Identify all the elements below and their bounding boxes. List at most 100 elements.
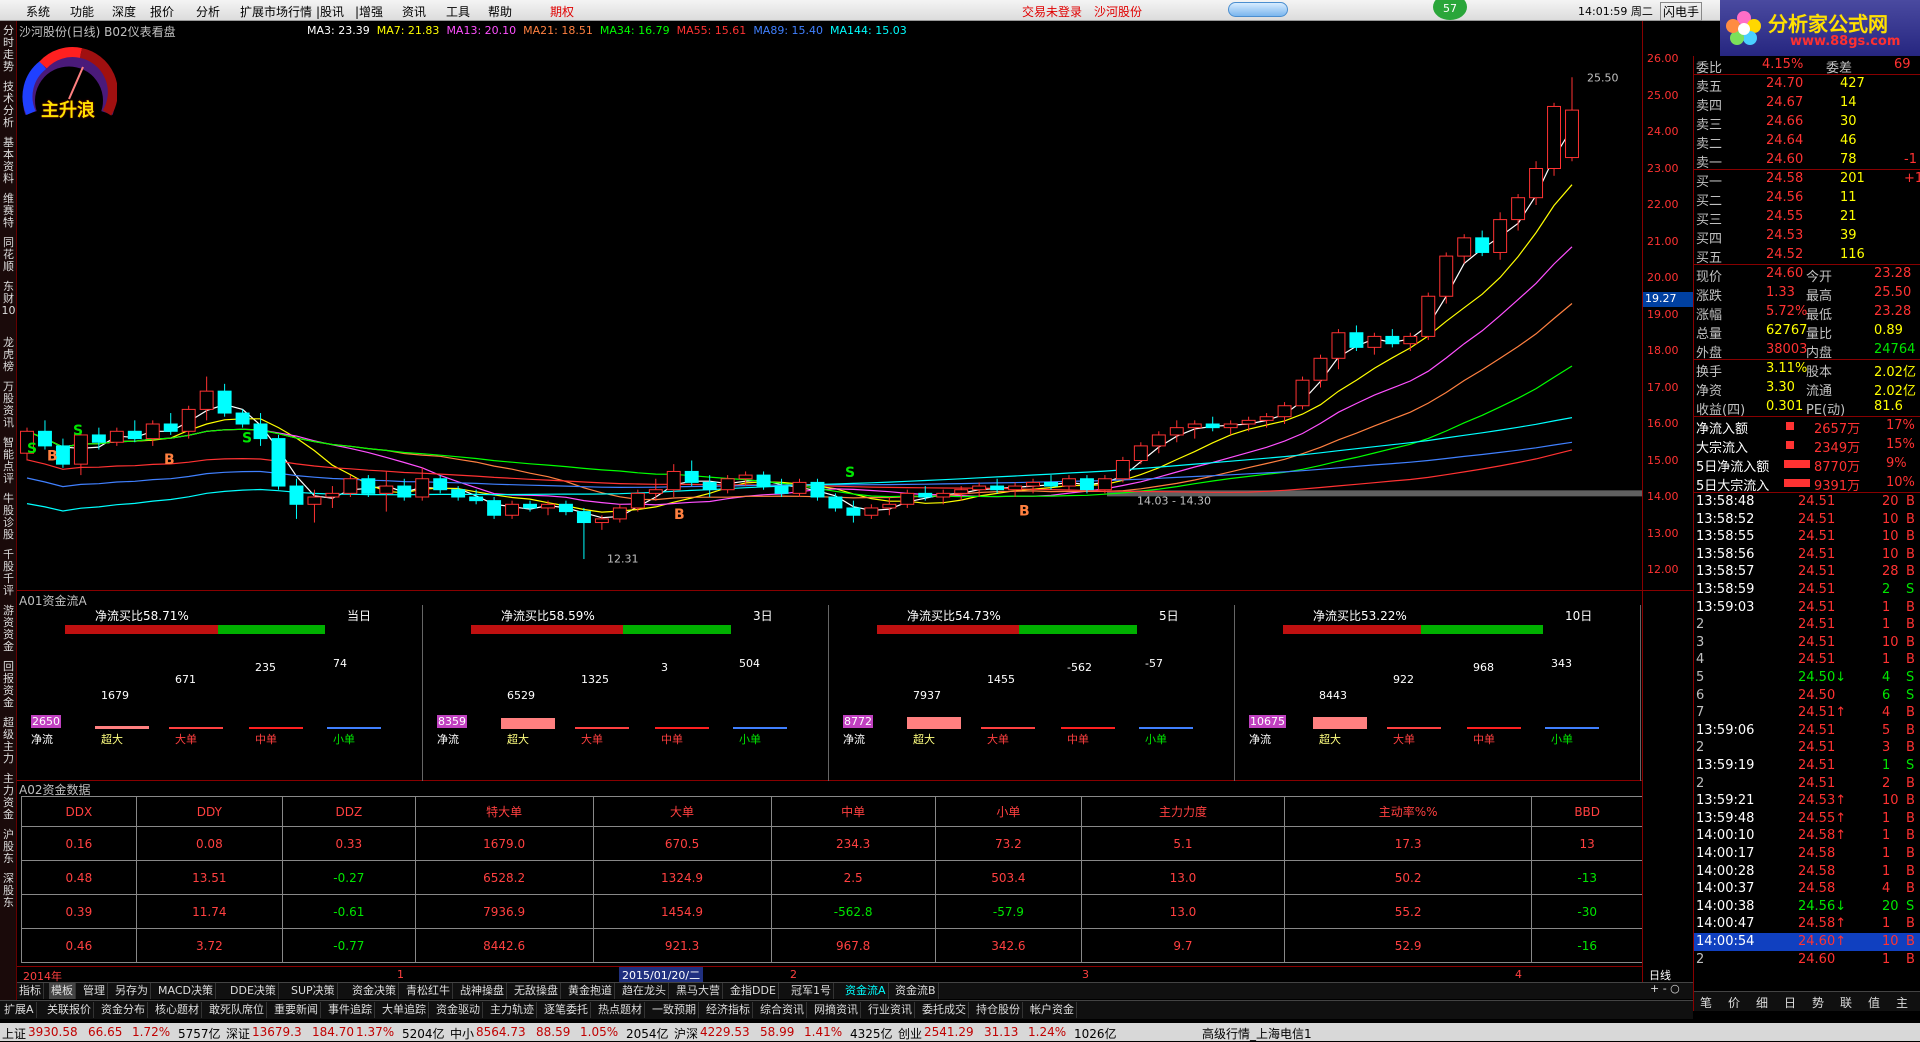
formula-tab[interactable]: 管理 — [81, 983, 108, 999]
left-tab[interactable]: 主力资金 — [1, 773, 16, 821]
table-row[interactable]: 0.16 0.08 0.33 1679.0 670.5 234.3 73.2 5.1 17.3 1… — [21, 826, 1643, 861]
kline-chart[interactable]: 沙河股份(日线) B02仪表看盘 MA3: 23.39 MA7: 21.83 MA1… — [17, 21, 1642, 591]
formula-tab[interactable]: 另存为 — [113, 983, 151, 999]
extension-tab[interactable]: 委托成交 — [920, 1002, 969, 1018]
menu-item[interactable]: 报价 — [150, 3, 174, 20]
left-tab[interactable]: 万股资讯 — [1, 381, 16, 429]
login-status[interactable]: 交易未登录 — [1022, 3, 1082, 20]
badge-counter[interactable]: 57 — [1433, 0, 1467, 20]
fund-flow-panel[interactable]: A01资金流A 净流买比58.71% 当日 2650 1679 671 235 74 净流 超大… — [17, 591, 1642, 781]
flash-trade-button[interactable]: 闪电手 — [1660, 2, 1703, 21]
left-tab[interactable]: 基本资料 — [1, 137, 16, 185]
fund-data-panel[interactable]: A02资金数据 DDX DDY DDZ 特大单 大单 中单 小单 主力力度 主动率%% BBD 0.… — [17, 781, 1643, 966]
formula-tab[interactable]: 指标 — [17, 983, 44, 999]
signal-marker: S — [845, 465, 855, 481]
menu-item[interactable]: 扩展市场行情 — [240, 3, 312, 20]
menu-item[interactable]: 功能 — [70, 3, 94, 20]
formula-tab[interactable]: 战神操盘 — [458, 983, 507, 999]
formula-tab[interactable]: 资金流B — [893, 983, 939, 999]
table-row[interactable]: 0.48 13.51 -0.27 6528.2 1324.9 2.5 503.4 13.0 50… — [21, 860, 1643, 895]
left-tab[interactable]: 游资资金 — [1, 605, 16, 653]
extension-tab[interactable]: 经济指标 — [704, 1002, 753, 1018]
extension-tab[interactable]: 关联报价 — [45, 1002, 94, 1018]
extension-tab[interactable]: 一致预期 — [650, 1002, 699, 1018]
index-name[interactable]: 创业 — [898, 1025, 922, 1042]
table-row[interactable]: 0.39 11.74 -0.61 7936.9 1454.9 -562.8 -57.9 13.… — [21, 894, 1643, 929]
period-label[interactable]: 日线 — [1642, 966, 1693, 982]
table-row[interactable]: 0.46 3.72 -0.77 8442.6 921.3 967.8 342.6 9.7 52.… — [21, 928, 1643, 963]
quote-tab[interactable]: 势 — [1812, 994, 1824, 1011]
extension-tab[interactable]: 热点题材 — [596, 1002, 645, 1018]
left-tab[interactable]: 牛股诊股 — [1, 493, 16, 541]
flow-block[interactable]: 净流买比58.71% 当日 2650 1679 671 235 74 净流 超大 大单 中单 小单 — [17, 605, 423, 781]
menu-item[interactable]: 帮助 — [488, 3, 512, 20]
quote-tab[interactable]: 主 — [1896, 994, 1908, 1011]
extension-tab[interactable]: 重要新闻 — [272, 1002, 321, 1018]
formula-tab[interactable]: DDE决策 — [228, 983, 279, 999]
left-tab[interactable]: 超级主力 — [1, 717, 16, 765]
flow-block[interactable]: 净流买比58.59% 3日 8359 6529 1325 3 504 净流 超大 大单 中单 小单 — [423, 605, 829, 781]
menu-item[interactable]: 分析 — [196, 3, 220, 20]
formula-tab[interactable]: 模板 — [49, 983, 76, 999]
extension-tab[interactable]: 帐户资金 — [1028, 1002, 1077, 1018]
left-tab[interactable]: 智能点评 — [1, 437, 16, 485]
formula-tab[interactable]: 青松红牛 — [404, 983, 453, 999]
left-tab[interactable]: 东财10 — [1, 281, 16, 317]
formula-tab[interactable]: 金指DDE — [728, 983, 779, 999]
formula-tab[interactable]: 无敌操盘 — [512, 983, 561, 999]
extension-tab[interactable]: 综合资讯 — [758, 1002, 807, 1018]
quote-tab[interactable]: 细 — [1756, 994, 1768, 1011]
left-tab[interactable]: 同花顺 — [1, 237, 16, 273]
left-tab[interactable]: 深股东 — [1, 873, 16, 909]
quote-tab[interactable]: 值 — [1868, 994, 1880, 1011]
extension-tab[interactable]: 网摘资讯 — [812, 1002, 861, 1018]
quote-tab[interactable]: 联 — [1840, 994, 1852, 1011]
extension-tab[interactable]: 主力轨迹 — [488, 1002, 537, 1018]
left-tab[interactable]: 千股千评 — [1, 549, 16, 597]
formula-tab[interactable]: 资金流A — [843, 983, 889, 999]
left-tab[interactable]: 维赛特 — [1, 193, 16, 229]
extension-tab[interactable]: 持仓股份 — [974, 1002, 1023, 1018]
left-tab[interactable]: 沪股东 — [1, 829, 16, 865]
menu-item[interactable]: 工具 — [446, 3, 470, 20]
left-tab[interactable]: 分时走势 — [1, 25, 16, 73]
index-name[interactable]: 上证 — [2, 1025, 26, 1042]
menu-item[interactable]: |增强 — [355, 3, 383, 20]
left-tab[interactable]: 龙虎榜 — [1, 337, 16, 373]
index-name[interactable]: 深证 — [226, 1025, 250, 1042]
extension-tab[interactable]: 扩展A — [2, 1002, 37, 1018]
index-name[interactable]: 中小 — [450, 1025, 474, 1042]
menu-item[interactable]: 期权 — [550, 3, 574, 20]
extension-tab[interactable]: 核心题材 — [153, 1002, 202, 1018]
extension-tab[interactable]: 行业资讯 — [866, 1002, 915, 1018]
formula-tab[interactable]: 黑马大营 — [674, 983, 723, 999]
timeline[interactable]: 2014年 2015/01/20/二 1 2 3 4 — [17, 966, 1642, 983]
extension-tab[interactable]: 逐笔委托 — [542, 1002, 591, 1018]
quote-tab[interactable]: 笔 — [1700, 994, 1712, 1011]
quote-tab[interactable]: 日 — [1784, 994, 1796, 1011]
extension-tab[interactable]: 大单追踪 — [380, 1002, 429, 1018]
server-status[interactable]: 高级行情_上海电信1 — [1202, 1025, 1312, 1042]
formula-tab[interactable]: 趋在龙头 — [620, 983, 669, 999]
menu-item[interactable]: 系统 — [26, 3, 50, 20]
extension-tab[interactable]: 资金驱动 — [434, 1002, 483, 1018]
flow-block[interactable]: 净流买比53.22% 10日 10675 8443 922 968 343 净流 超大 大单 中单 小… — [1235, 605, 1641, 781]
formula-tab[interactable]: SUP决策 — [289, 983, 338, 999]
formula-tab[interactable]: 资金决策 — [350, 983, 399, 999]
formula-tab[interactable]: MACD决策 — [156, 983, 216, 999]
formula-tab[interactable]: 黄金抱道 — [566, 983, 615, 999]
index-name[interactable]: 沪深 — [674, 1025, 698, 1042]
flow-block[interactable]: 净流买比54.73% 5日 8772 7937 1455 -562 -57 净流 超大 大单 中单 小… — [829, 605, 1235, 781]
zoom-controls[interactable]: + - ○ — [1650, 982, 1693, 999]
quote-tab[interactable]: 价 — [1728, 994, 1740, 1011]
extension-tab[interactable]: 资金分布 — [99, 1002, 148, 1018]
extension-tab[interactable]: 敢死队席位 — [207, 1002, 267, 1018]
left-tab[interactable]: 技术分析 — [1, 81, 16, 129]
quote-cell: B — [1906, 511, 1915, 527]
extension-tab[interactable]: 事件追踪 — [326, 1002, 375, 1018]
menu-item[interactable]: 深度 — [112, 3, 136, 20]
menu-item[interactable]: |股讯 — [316, 3, 344, 20]
formula-tab[interactable]: 冠军1号 — [789, 983, 834, 999]
menu-item[interactable]: 资讯 — [402, 3, 426, 20]
left-tab[interactable]: 回报资金 — [1, 661, 16, 709]
